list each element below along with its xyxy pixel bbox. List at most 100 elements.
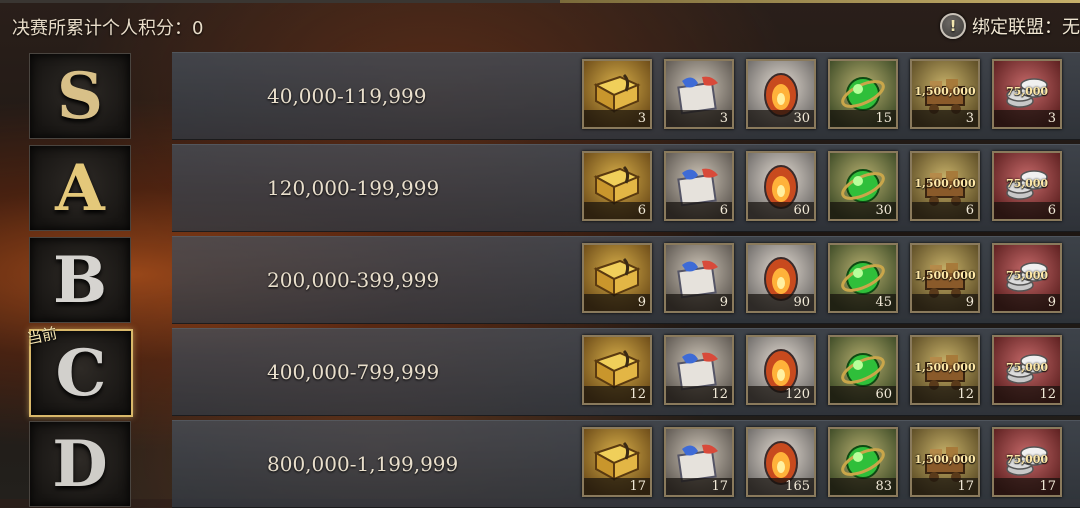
tier-row-d: 800,000-1,199,999 17 17 165 83 1,500,000 17 75,… xyxy=(172,420,1080,508)
score-range: 120,000-199,999 xyxy=(267,176,440,200)
reward-amount-tag: 1,500,000 xyxy=(914,361,976,374)
tier-row-b: 200,000-399,999 9 9 90 45 1,500,000 9 75,000 9 xyxy=(172,236,1080,324)
reward-list: 6 6 60 30 1,500,000 6 75,000 6 xyxy=(582,151,1074,225)
tier-letter: B xyxy=(52,242,108,318)
current-tier-label: 当前 xyxy=(25,324,59,348)
reward-quantity: 12 xyxy=(994,386,1060,403)
tier-row-s: 40,000-119,999 3 3 30 15 1,500,000 3 75,000 3 xyxy=(172,52,1080,140)
reward-quantity: 3 xyxy=(666,110,732,127)
reward-item[interactable]: 12 xyxy=(582,335,652,405)
reward-quantity: 165 xyxy=(748,478,814,495)
reward-item[interactable]: 75,000 17 xyxy=(992,427,1062,497)
reward-item[interactable]: 120 xyxy=(746,335,816,405)
tier-row-a: 120,000-199,999 6 6 60 30 1,500,000 6 75,000 6 xyxy=(172,144,1080,232)
reward-quantity: 12 xyxy=(666,386,732,403)
reward-amount-tag: 1,500,000 xyxy=(914,177,976,190)
reward-quantity: 3 xyxy=(584,110,650,127)
score-range: 200,000-399,999 xyxy=(267,268,440,292)
reward-item[interactable]: 1,500,000 6 xyxy=(910,151,980,221)
reward-item[interactable]: 1,500,000 17 xyxy=(910,427,980,497)
reward-quantity: 9 xyxy=(584,294,650,311)
reward-quantity: 6 xyxy=(584,202,650,219)
reward-item[interactable]: 75,000 12 xyxy=(992,335,1062,405)
tier-badge-a[interactable]: A xyxy=(29,145,131,231)
reward-item[interactable]: 17 xyxy=(582,427,652,497)
reward-quantity: 12 xyxy=(912,386,978,403)
reward-quantity: 60 xyxy=(830,386,896,403)
reward-item[interactable]: 75,000 6 xyxy=(992,151,1062,221)
reward-item[interactable]: 30 xyxy=(828,151,898,221)
reward-quantity: 6 xyxy=(912,202,978,219)
reward-item[interactable]: 75,000 3 xyxy=(992,59,1062,129)
top-divider xyxy=(0,0,1080,3)
reward-quantity: 9 xyxy=(666,294,732,311)
tier-letter: C xyxy=(55,335,107,411)
reward-amount-tag: 1,500,000 xyxy=(914,269,976,282)
bound-alliance-label: 绑定联盟：无 xyxy=(972,17,1080,38)
score-range: 400,000-799,999 xyxy=(267,360,440,384)
reward-item[interactable]: 83 xyxy=(828,427,898,497)
reward-quantity: 120 xyxy=(748,386,814,403)
reward-list: 9 9 90 45 1,500,000 9 75,000 9 xyxy=(582,243,1074,317)
reward-amount-tag: 75,000 xyxy=(1005,453,1049,466)
tier-letter: S xyxy=(56,58,104,134)
reward-item[interactable]: 1,500,000 9 xyxy=(910,243,980,313)
reward-quantity: 3 xyxy=(994,110,1060,127)
reward-amount-tag: 75,000 xyxy=(1005,177,1049,190)
reward-quantity: 6 xyxy=(994,202,1060,219)
score-range: 40,000-119,999 xyxy=(267,84,427,108)
warning-icon[interactable]: ! xyxy=(940,13,966,39)
reward-item[interactable]: 90 xyxy=(746,243,816,313)
reward-quantity: 30 xyxy=(748,110,814,127)
reward-quantity: 9 xyxy=(912,294,978,311)
reward-quantity: 17 xyxy=(912,478,978,495)
tier-letter: A xyxy=(55,150,105,226)
reward-list: 17 17 165 83 1,500,000 17 75,000 17 xyxy=(582,427,1074,501)
reward-quantity: 30 xyxy=(830,202,896,219)
reward-quantity: 12 xyxy=(584,386,650,403)
reward-quantity: 3 xyxy=(912,110,978,127)
reward-list: 3 3 30 15 1,500,000 3 75,000 3 xyxy=(582,59,1074,133)
reward-quantity: 45 xyxy=(830,294,896,311)
reward-item[interactable]: 15 xyxy=(828,59,898,129)
reward-item[interactable]: 60 xyxy=(828,335,898,405)
reward-quantity: 90 xyxy=(748,294,814,311)
tier-badge-s[interactable]: S xyxy=(29,53,131,139)
reward-item[interactable]: 45 xyxy=(828,243,898,313)
reward-quantity: 15 xyxy=(830,110,896,127)
reward-amount-tag: 75,000 xyxy=(1005,361,1049,374)
reward-item[interactable]: 75,000 9 xyxy=(992,243,1062,313)
reward-item[interactable]: 60 xyxy=(746,151,816,221)
tier-badge-c[interactable]: C 当前 xyxy=(26,324,133,417)
reward-item[interactable]: 9 xyxy=(664,243,734,313)
reward-amount-tag: 75,000 xyxy=(1005,269,1049,282)
reward-amount-tag: 1,500,000 xyxy=(914,85,976,98)
tier-letter: D xyxy=(52,426,108,502)
reward-item[interactable]: 9 xyxy=(582,243,652,313)
reward-quantity: 17 xyxy=(994,478,1060,495)
personal-score-label: 决赛所累计个人积分：0 xyxy=(12,18,204,39)
reward-quantity: 60 xyxy=(748,202,814,219)
reward-amount-tag: 75,000 xyxy=(1005,85,1049,98)
reward-item[interactable]: 30 xyxy=(746,59,816,129)
reward-quantity: 17 xyxy=(584,478,650,495)
reward-quantity: 17 xyxy=(666,478,732,495)
reward-item[interactable]: 1,500,000 12 xyxy=(910,335,980,405)
reward-item[interactable]: 1,500,000 3 xyxy=(910,59,980,129)
tier-badge-d[interactable]: D xyxy=(29,421,131,507)
reward-item[interactable]: 3 xyxy=(582,59,652,129)
score-range: 800,000-1,199,999 xyxy=(267,452,459,476)
reward-item[interactable]: 6 xyxy=(664,151,734,221)
reward-item[interactable]: 17 xyxy=(664,427,734,497)
bound-alliance: ! 绑定联盟：无 xyxy=(940,12,1080,40)
tier-row-c: 400,000-799,999 12 12 120 60 1,500,000 12 75,00… xyxy=(172,328,1080,416)
reward-list: 12 12 120 60 1,500,000 12 75,000 12 xyxy=(582,335,1074,409)
tier-badge-b[interactable]: B xyxy=(29,237,131,323)
reward-item[interactable]: 3 xyxy=(664,59,734,129)
reward-quantity: 83 xyxy=(830,478,896,495)
reward-item[interactable]: 165 xyxy=(746,427,816,497)
reward-item[interactable]: 12 xyxy=(664,335,734,405)
reward-item[interactable]: 6 xyxy=(582,151,652,221)
reward-amount-tag: 1,500,000 xyxy=(914,453,976,466)
reward-quantity: 6 xyxy=(666,202,732,219)
